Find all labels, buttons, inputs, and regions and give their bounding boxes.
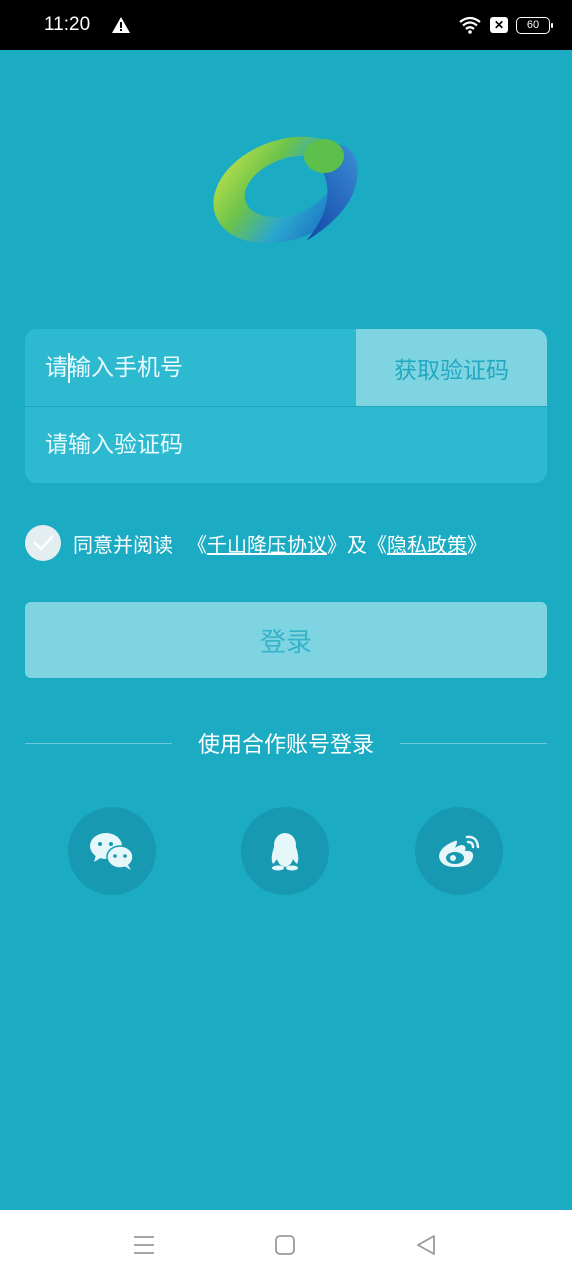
wechat-login-button[interactable] [68,807,156,895]
home-icon[interactable] [272,1232,298,1258]
menu-icon[interactable] [131,1232,157,1258]
back-icon[interactable] [413,1232,439,1258]
check-icon [33,535,54,551]
agreement-row: 同意并阅读 《 千山降压协议 》 及 《 隐私政策 》 [25,524,487,562]
quote-close: 》 [327,532,347,557]
phone-input[interactable] [25,329,356,406]
wifi-icon [459,16,481,34]
wechat-icon [90,833,134,870]
battery-icon: 60 [516,16,553,34]
privacy-link[interactable]: 隐私政策 [387,529,467,558]
sim-off-icon: ✕ [490,17,508,33]
code-input[interactable] [25,407,547,483]
code-row [25,406,547,483]
alert-icon [112,17,131,33]
agreement-conjunction: 及 [347,532,367,557]
get-code-button[interactable]: 获取验证码 [356,329,547,406]
quote-open: 《 [367,532,387,557]
divider-line [25,742,172,744]
terms-link[interactable]: 千山降压协议 [207,529,327,558]
qq-icon [271,833,299,871]
weibo-icon [439,835,480,867]
weibo-login-button[interactable] [415,807,503,895]
phone-row: 获取验证码 [25,329,547,406]
login-form-card: 获取验证码 [25,329,547,483]
agree-checkbox[interactable] [25,525,61,561]
status-bar: 11:20 ✕ 60 [0,0,572,50]
agreement-prefix: 同意并阅读 [73,532,173,557]
app-logo-icon [213,136,358,244]
qq-login-button[interactable] [241,807,329,895]
divider-line [400,742,548,744]
quote-open: 《 [187,532,207,557]
status-time: 11:20 [44,14,91,35]
system-nav-bar [0,1210,572,1280]
quote-close: 》 [467,532,487,557]
text-cursor [68,353,70,383]
partner-login-label: 使用合作账号登录 [198,733,375,758]
partner-divider: 使用合作账号登录 [25,724,548,762]
login-button[interactable]: 登录 [25,602,547,678]
